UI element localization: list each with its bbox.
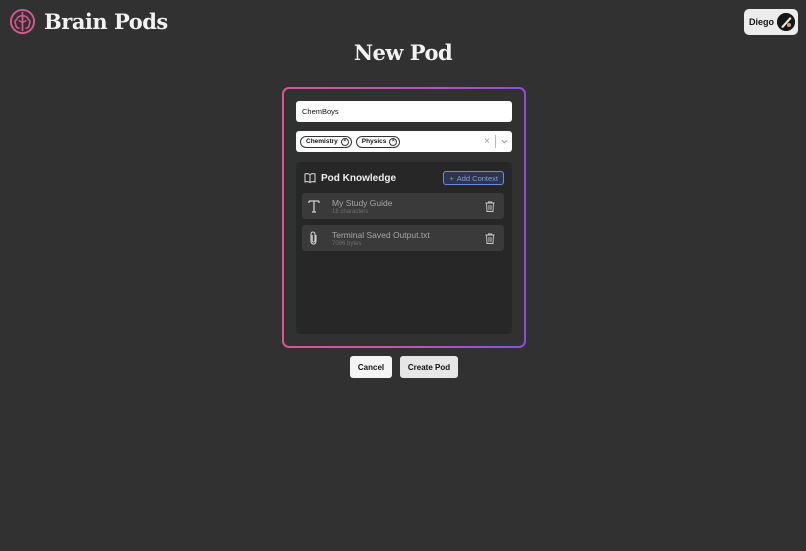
plus-icon: + xyxy=(449,173,454,183)
tag-label: Physics xyxy=(361,138,387,145)
pod-knowledge-panel: Pod Knowledge + Add Context My Study Gui… xyxy=(296,162,512,334)
item-name: Terminal Saved Output.txt xyxy=(332,229,430,240)
cancel-button[interactable]: Cancel xyxy=(350,356,392,378)
avatar xyxy=(777,13,795,31)
item-meta: 7096 bytes xyxy=(332,240,362,247)
select-controls: × xyxy=(484,135,508,148)
create-pod-button[interactable]: Create Pod xyxy=(400,356,458,378)
paperclip-icon xyxy=(310,231,317,245)
select-divider xyxy=(495,135,496,148)
brain-icon xyxy=(9,8,36,35)
knowledge-item[interactable]: My Study Guide 18 characters xyxy=(302,193,504,219)
chevron-down-icon[interactable] xyxy=(501,138,508,145)
user-menu-button[interactable]: Diego xyxy=(744,9,798,35)
knowledge-item[interactable]: Terminal Saved Output.txt 7096 bytes xyxy=(302,225,504,251)
new-pod-card: Chemistry × Physics × × xyxy=(284,89,524,346)
tag-label: Chemistry xyxy=(306,138,338,145)
knowledge-title: Pod Knowledge xyxy=(321,172,396,184)
tag-chip-chemistry: Chemistry × xyxy=(300,135,352,148)
add-context-button[interactable]: + Add Context xyxy=(443,171,504,185)
page-title: New Pod xyxy=(353,40,453,65)
new-pod-card-border: Chemistry × Physics × × xyxy=(282,87,526,348)
text-icon xyxy=(308,200,320,213)
tag-chip-physics: Physics × xyxy=(355,135,401,148)
app-logo[interactable]: Brain Pods xyxy=(9,8,168,35)
remove-tag-icon[interactable]: × xyxy=(340,137,349,146)
tag-select[interactable]: Chemistry × Physics × × xyxy=(296,131,512,152)
trash-icon[interactable] xyxy=(485,232,495,244)
remove-tag-icon[interactable]: × xyxy=(389,137,398,146)
knowledge-header: Pod Knowledge + Add Context xyxy=(304,171,504,185)
clear-icon[interactable]: × xyxy=(484,136,490,147)
app-title: Brain Pods xyxy=(44,9,168,34)
add-context-label: Add Context xyxy=(456,173,498,183)
item-name: My Study Guide xyxy=(332,197,393,208)
item-meta: 18 characters xyxy=(332,208,369,215)
book-icon xyxy=(304,173,316,184)
pod-name-input[interactable] xyxy=(296,101,512,122)
trash-icon[interactable] xyxy=(485,200,495,212)
user-name: Diego xyxy=(749,17,775,27)
